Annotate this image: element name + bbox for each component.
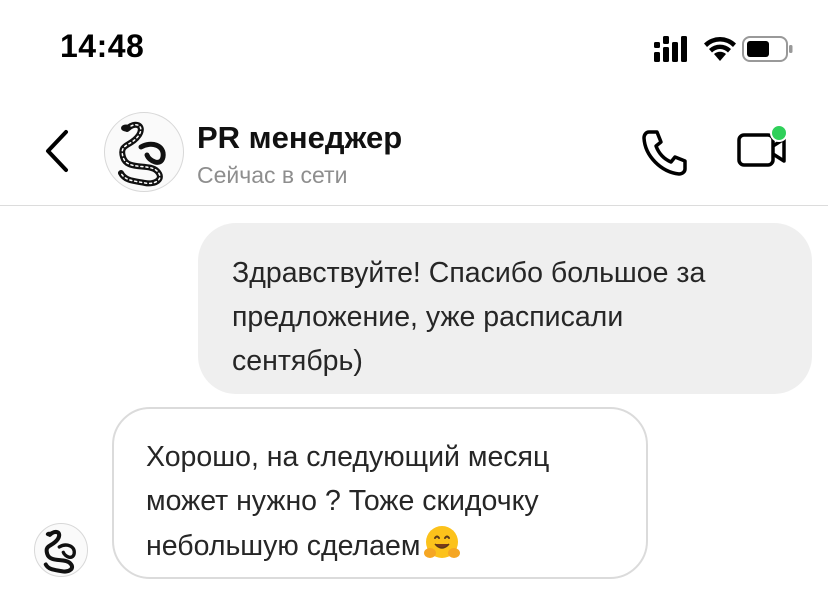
phone-icon	[642, 130, 687, 176]
snake-avatar-icon	[43, 529, 76, 574]
battery-icon	[742, 36, 793, 62]
message-text-with-emoji: Хорошо, на следующий месяц может нужно ?…	[146, 435, 614, 568]
chevron-left-icon	[46, 130, 68, 172]
online-indicator	[772, 126, 786, 140]
status-bar: 14:48	[0, 0, 828, 100]
sender-avatar[interactable]	[34, 523, 88, 577]
contact-avatar[interactable]	[104, 112, 184, 192]
message-text: Здравствуйте! Спасибо большое за предлож…	[232, 257, 706, 377]
status-time: 14:48	[60, 28, 145, 64]
video-call-button[interactable]	[730, 122, 794, 178]
hugging-face-emoji	[424, 526, 461, 558]
signal-icon	[654, 36, 687, 62]
wifi-icon	[704, 37, 736, 61]
outgoing-message-bubble[interactable]: Здравствуйте! Спасибо большое за предлож…	[198, 223, 812, 394]
chat-header: PR менеджер Сейчас в сети	[0, 100, 828, 206]
contact-name[interactable]: PR менеджер	[197, 120, 402, 156]
back-button[interactable]	[38, 124, 78, 178]
call-button[interactable]	[636, 124, 692, 180]
message-thread: Здравствуйте! Спасибо большое за предлож…	[0, 207, 828, 598]
video-camera-icon	[737, 124, 788, 167]
incoming-message-bubble[interactable]: Хорошо, на следующий месяц может нужно ?…	[112, 407, 648, 579]
contact-status: Сейчас в сети	[197, 162, 348, 188]
snake-avatar-icon	[118, 121, 166, 187]
message-text: Хорошо, на следующий месяц может нужно ?…	[146, 441, 550, 562]
